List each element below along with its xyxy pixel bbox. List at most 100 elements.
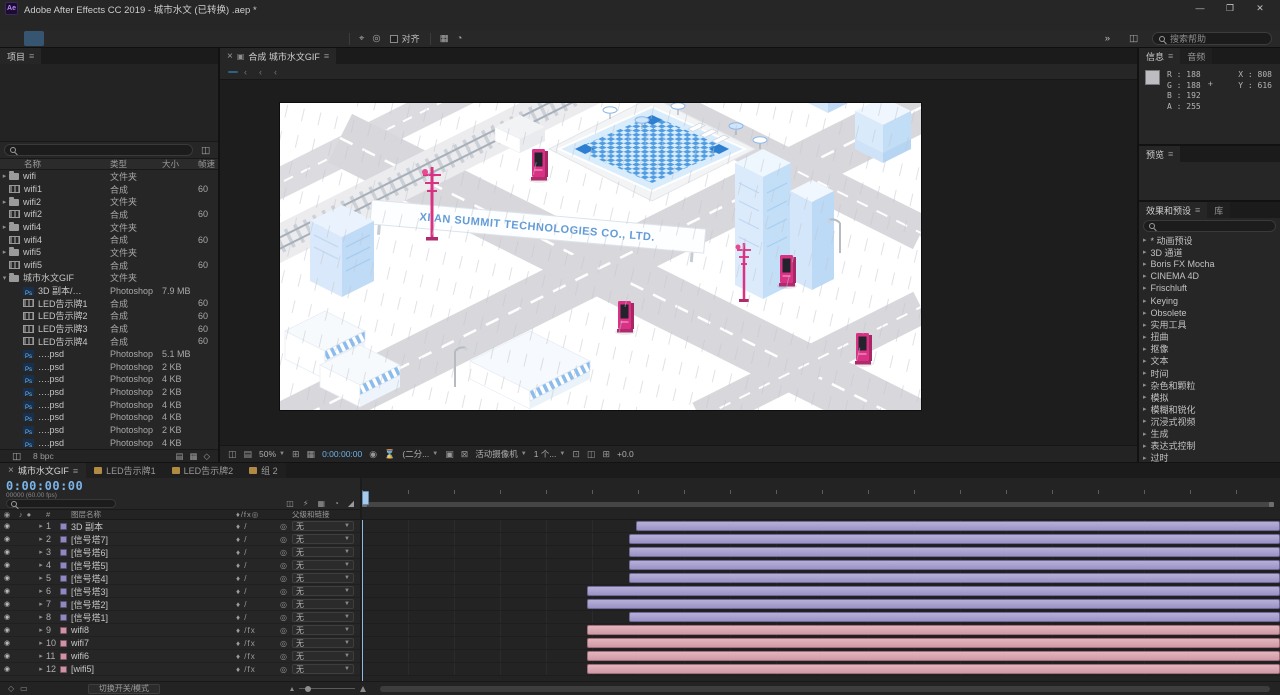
parent-dropdown[interactable]: 无 ▼ [292, 573, 354, 583]
chevron-right-icon[interactable]: ▸ [1143, 442, 1147, 450]
pickwhip-icon[interactable]: ◎ [280, 652, 292, 661]
project-row[interactable]: ▾ 城市水文GIF 文件夹 [0, 272, 218, 285]
camera-dropdown[interactable]: 活动摄像机 ▼ [475, 448, 526, 460]
chevron-right-icon[interactable]: ▸ [1143, 430, 1147, 438]
timeline-search-input[interactable] [6, 499, 116, 508]
expander-icon[interactable]: ▸ [36, 639, 46, 647]
layer-row[interactable]: ◉ ▸ 11 wifi6 ♦ /fx ◎ 无 ▼ [0, 650, 360, 663]
effects-category[interactable]: ▸ 抠像 [1139, 343, 1280, 355]
pickwhip-icon[interactable]: ◎ [280, 548, 292, 557]
project-settings-icon[interactable]: ◫ [8, 451, 25, 462]
pickwhip-icon[interactable]: ◎ [280, 535, 292, 544]
breadcrumb-item[interactable] [228, 70, 238, 73]
close-button[interactable]: ✕ [1245, 3, 1275, 14]
tab-info[interactable]: 信息 ≡ [1139, 48, 1181, 64]
new-folder-icon[interactable]: ▤ [175, 451, 183, 462]
expander-icon[interactable]: ▸ [0, 198, 9, 206]
label-color-chip[interactable] [60, 535, 67, 543]
eye-column-icon[interactable]: ◉ [0, 510, 14, 519]
effects-category[interactable]: ▸ Obsolete [1139, 307, 1280, 319]
parent-dropdown[interactable]: 无 ▼ [292, 534, 354, 544]
time-ruler[interactable] [362, 478, 1280, 520]
track-area[interactable] [362, 520, 1280, 676]
number-column[interactable]: # [46, 510, 60, 519]
eraser-tool[interactable] [284, 31, 304, 46]
project-row[interactable]: LED告示牌2 合成 60 [0, 310, 218, 323]
pickwhip-icon[interactable]: ◎ [280, 600, 292, 609]
home-tool[interactable] [4, 31, 24, 46]
snapshot-camera-icon[interactable]: ◉ [369, 449, 377, 460]
effects-category[interactable]: ▸ 3D 通道 [1139, 246, 1280, 258]
layer-switches[interactable]: ♦ / [236, 522, 280, 531]
tab-effects-presets[interactable]: 效果和预设 ≡ [1139, 202, 1208, 218]
project-row[interactable]: ▸ wifi5 文件夹 [0, 246, 218, 259]
timeline-zoom-control[interactable] [289, 685, 366, 692]
layer-duration-bar[interactable] [629, 573, 1280, 583]
parent-dropdown[interactable]: 无 ▼ [292, 560, 354, 570]
layer-row[interactable]: ◉ ▸ 9 wifi8 ♦ /fx ◎ 无 ▼ [0, 624, 360, 637]
timeline-tab[interactable]: × 城市水文GIF ≡ [0, 463, 87, 478]
puppet-tool[interactable] [324, 31, 344, 46]
visibility-eye-icon[interactable]: ◉ [0, 600, 14, 608]
chevron-right-icon[interactable]: ▸ [1143, 284, 1147, 292]
effects-category[interactable]: ▸ 扭曲 [1139, 331, 1280, 343]
layer-switches[interactable]: ♦ / [236, 600, 280, 609]
panel-menu-icon[interactable]: ≡ [324, 51, 329, 61]
layer-name[interactable]: [信号塔6] [71, 546, 236, 559]
project-row[interactable]: ▸ wifi4 文件夹 [0, 221, 218, 234]
layer-duration-bar[interactable] [629, 560, 1280, 570]
layer-name[interactable]: [信号塔5] [71, 559, 236, 572]
project-row[interactable]: ….psd Photoshop 2 KB [0, 386, 218, 399]
effects-category[interactable]: ▸ 时间 [1139, 367, 1280, 379]
layer-switches[interactable]: ♦ /fx [236, 639, 280, 648]
roto-brush-tool[interactable] [304, 31, 324, 46]
layer-row[interactable]: ◉ ▸ 6 [信号塔3] ♦ / ◎ 无 ▼ [0, 585, 360, 598]
timeline-track-row[interactable] [362, 520, 1280, 533]
column-type[interactable]: 类型 [110, 158, 162, 170]
visibility-eye-icon[interactable]: ◉ [0, 613, 14, 621]
panel-menu-icon[interactable]: ≡ [1168, 51, 1173, 61]
timeline-tab[interactable]: × LED告示牌2 ≡ [163, 463, 242, 478]
timeline-tab[interactable]: × 组 2 ≡ [241, 463, 286, 478]
hand-tool[interactable] [44, 31, 64, 46]
effects-category[interactable]: ▸ 沉浸式视频 [1139, 415, 1280, 427]
breadcrumb-item[interactable] [238, 67, 253, 77]
snapping-icon[interactable]: ◎ [368, 33, 384, 44]
parent-dropdown[interactable]: 无 ▼ [292, 586, 354, 596]
clone-stamp-tool[interactable] [264, 31, 284, 46]
current-time-indicator-line[interactable] [362, 520, 363, 681]
horizontal-scrollbar[interactable] [379, 685, 1270, 692]
expander-icon[interactable]: ▸ [36, 548, 46, 556]
parent-dropdown[interactable]: 无 ▼ [292, 599, 354, 609]
region-of-interest-icon[interactable]: ▣ [445, 449, 454, 460]
parent-dropdown[interactable]: 无 ▼ [292, 664, 354, 674]
timeline-track-row[interactable] [362, 585, 1280, 598]
chevron-right-icon[interactable]: ▸ [1143, 309, 1147, 317]
brush-tool[interactable] [244, 31, 264, 46]
effects-category[interactable]: ▸ 模拟 [1139, 391, 1280, 403]
layer-row[interactable]: ◉ ▸ 1 3D 副本 ♦ / ◎ 无 ▼ [0, 520, 360, 533]
minimize-button[interactable]: — [1185, 3, 1215, 14]
chevron-right-icon[interactable]: ▸ [1143, 405, 1147, 413]
project-row[interactable]: ….psd Photoshop 4 KB [0, 373, 218, 386]
expand-layers-icon[interactable]: ◇ [8, 684, 14, 693]
project-row[interactable]: ▸ wifi2 文件夹 [0, 195, 218, 208]
layer-duration-bar[interactable] [629, 534, 1280, 544]
expander-icon[interactable]: ▸ [0, 223, 9, 231]
project-row[interactable]: ▸ wifi 文件夹 [0, 170, 218, 183]
magnification-dropdown[interactable]: 50% ▼ [259, 449, 285, 459]
resolution-dropdown[interactable]: (二分... ▼ [402, 448, 438, 460]
mask-visibility-icon[interactable]: ▦ [307, 449, 316, 460]
chevron-right-icon[interactable]: ▸ [1143, 381, 1147, 389]
visibility-eye-icon[interactable]: ◉ [0, 548, 14, 556]
parent-dropdown[interactable]: 无 ▼ [292, 651, 354, 661]
expander-icon[interactable]: ▾ [0, 274, 9, 282]
panel-menu-icon[interactable]: ≡ [1195, 205, 1200, 215]
parent-dropdown[interactable]: 无 ▼ [292, 638, 354, 648]
layer-row[interactable]: ◉ ▸ 10 wifi7 ♦ /fx ◎ 无 ▼ [0, 637, 360, 650]
layer-duration-bar[interactable] [629, 547, 1280, 557]
chevron-right-icon[interactable]: ▸ [1143, 260, 1147, 268]
pan-behind-tool[interactable] [164, 31, 184, 46]
layer-switches[interactable]: ♦ / [236, 613, 280, 622]
maximize-button[interactable]: ❐ [1215, 3, 1245, 14]
